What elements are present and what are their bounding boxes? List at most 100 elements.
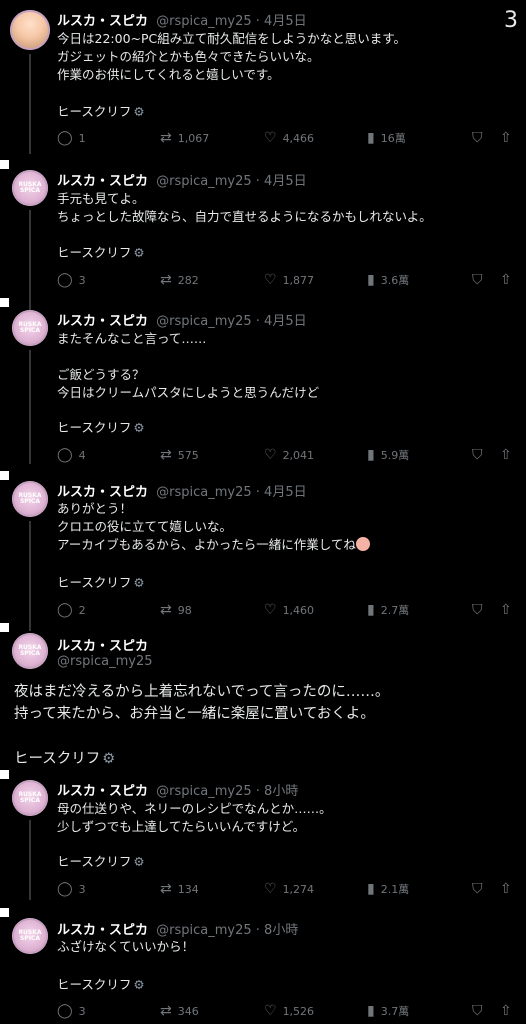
gear-icon: ⚙ (133, 104, 145, 119)
thread-line (29, 350, 31, 464)
reply-icon: ◯ (57, 881, 73, 897)
tweet-actions: ◯ 2 ⇄ 98 ♡ 1,460 ▮ 2.7萬 ⛉ ⇧ (57, 602, 517, 620)
like-button[interactable]: ♡ 1,877 (264, 272, 314, 288)
avatar[interactable]: RUSKA SPICA (12, 170, 48, 206)
like-button[interactable]: ♡ 2,041 (264, 447, 314, 463)
reply-button[interactable]: ◯ 3 (57, 272, 86, 288)
retweet-button[interactable]: ⇄ 282 (160, 272, 199, 288)
tweet-actions: ◯ 3 ⇄ 134 ♡ 1,274 ▮ 2.1萬 ⛉ ⇧ (57, 881, 517, 899)
views-button[interactable]: ▮ 2.1萬 (367, 881, 409, 897)
share-button[interactable]: ⇧ (500, 447, 512, 463)
gear-icon: ⚙ (102, 751, 116, 767)
views-icon: ▮ (367, 602, 375, 618)
smile-emoji-icon (355, 537, 370, 551)
like-button[interactable]: ♡ 1,526 (264, 1003, 314, 1019)
views-icon: ▮ (367, 130, 375, 146)
tweet-text: ありがとう！ クロエの役に立てて嬉しいな。 アーカイブもあるから、よかったら一緒に作… (57, 500, 370, 554)
heart-icon: ♡ (264, 1003, 277, 1019)
like-button[interactable]: ♡ 1,274 (264, 881, 314, 897)
avatar[interactable]: RUSKA SPICA (12, 918, 48, 954)
author-handle[interactable]: @rspica_my25 · 4月5日 (156, 174, 306, 189)
tweet-text: 母の仕送りや、ネリーのレシピでなんとか……。 少しずつでも上達してたらいいんですけ… (57, 801, 332, 834)
bookmark-button[interactable]: ⛉ (472, 881, 483, 897)
heart-icon: ♡ (264, 447, 277, 463)
avatar[interactable]: RUSKA SPICA (12, 633, 48, 669)
avatar[interactable]: RUSKA SPICA (12, 481, 48, 517)
author-handle[interactable]: @rspica_my25 · 4月5日 (156, 314, 306, 329)
author-handle[interactable]: @rspica_my25 (57, 654, 153, 669)
thread-dot (0, 298, 9, 307)
reply-button[interactable]: ◯ 1 (57, 130, 86, 146)
views-button[interactable]: ▮ 2.7萬 (367, 602, 409, 618)
share-icon: ⇧ (500, 130, 512, 146)
thread-line (29, 820, 31, 900)
reply-icon: ◯ (57, 602, 73, 618)
author-name[interactable]: ルスカ・スピカ (57, 314, 148, 329)
tweet-header: ルスカ・スピカ @rspica_my25 · 8小時 (57, 919, 298, 938)
like-button[interactable]: ♡ 1,460 (264, 602, 314, 618)
gear-icon: ⚙ (133, 420, 145, 435)
share-icon: ⇧ (500, 602, 512, 618)
retweet-button[interactable]: ⇄ 1,067 (160, 130, 209, 146)
bookmark-icon: ⛉ (472, 272, 483, 288)
like-button[interactable]: ♡ 4,466 (264, 130, 314, 146)
retweet-button[interactable]: ⇄ 134 (160, 881, 199, 897)
thread-dot (0, 623, 9, 632)
author-name[interactable]: ルスカ・スピカ (57, 923, 148, 938)
reply-button[interactable]: ◯ 3 (57, 881, 86, 897)
tweet-header: ルスカ・スピカ @rspica_my25 · 4月5日 (57, 10, 307, 29)
share-button[interactable]: ⇧ (500, 272, 512, 288)
signature: ヒースクリフ ⚙ (57, 420, 145, 435)
signature: ヒースクリフ ⚙ (57, 977, 145, 992)
views-button[interactable]: ▮ 5.9萬 (367, 447, 409, 463)
author-name[interactable]: ルスカ・スピカ (57, 485, 148, 500)
author-name[interactable]: ルスカ・スピカ (57, 174, 148, 189)
gear-icon: ⚙ (133, 575, 145, 590)
retweet-icon: ⇄ (160, 881, 172, 897)
views-button[interactable]: ▮ 16萬 (367, 130, 406, 146)
author-handle[interactable]: @rspica_my25 · 8小時 (156, 923, 298, 938)
tweet-text: 手元も見てよ。 ちょっとした故障なら、自力で直せるようになるかもしれないよ。 (57, 191, 432, 224)
share-button[interactable]: ⇧ (500, 881, 512, 897)
author-handle[interactable]: @rspica_my25 · 4月5日 (156, 485, 306, 500)
thread-line (29, 54, 31, 154)
share-button[interactable]: ⇧ (500, 602, 512, 618)
thread-dot (0, 471, 9, 480)
retweet-button[interactable]: ⇄ 346 (160, 1003, 199, 1019)
gear-icon: ⚙ (133, 245, 145, 260)
bookmark-button[interactable]: ⛉ (472, 272, 483, 288)
retweet-icon: ⇄ (160, 130, 172, 146)
retweet-button[interactable]: ⇄ 98 (160, 602, 192, 618)
tweet-actions: ◯ 1 ⇄ 1,067 ♡ 4,466 ▮ 16萬 ⛉ ⇧ (57, 130, 517, 148)
retweet-icon: ⇄ (160, 447, 172, 463)
bookmark-button[interactable]: ⛉ (472, 130, 483, 146)
tweet-text: またそんなこと言って…… ご飯どうする？ 今日はクリームパスタにしようと思うんだけ… (57, 331, 320, 400)
thread-dot (0, 160, 9, 169)
retweet-icon: ⇄ (160, 272, 172, 288)
views-button[interactable]: ▮ 3.6萬 (367, 272, 409, 288)
author-handle[interactable]: @rspica_my25 · 8小時 (156, 784, 298, 799)
share-button[interactable]: ⇧ (500, 1003, 512, 1019)
share-button[interactable]: ⇧ (500, 130, 512, 146)
reply-button[interactable]: ◯ 2 (57, 602, 86, 618)
reply-icon: ◯ (57, 447, 73, 463)
reply-button[interactable]: ◯ 3 (57, 1003, 86, 1019)
author-name[interactable]: ルスカ・スピカ (57, 784, 148, 799)
avatar[interactable]: RUSKA SPICA (12, 780, 48, 816)
views-button[interactable]: ▮ 3.7萬 (367, 1003, 409, 1019)
retweet-icon: ⇄ (160, 602, 172, 618)
author-handle[interactable]: @rspica_my25 · 4月5日 (156, 14, 306, 29)
bookmark-icon: ⛉ (472, 1003, 483, 1019)
avatar[interactable] (10, 10, 50, 50)
bookmark-button[interactable]: ⛉ (472, 1003, 483, 1019)
bookmark-button[interactable]: ⛉ (472, 602, 483, 618)
reply-button[interactable]: ◯ 4 (57, 447, 86, 463)
retweet-button[interactable]: ⇄ 575 (160, 447, 199, 463)
author-name[interactable]: ルスカ・スピカ (57, 639, 148, 654)
author-name[interactable]: ルスカ・スピカ (57, 14, 148, 29)
views-icon: ▮ (367, 881, 375, 897)
bookmark-button[interactable]: ⛉ (472, 447, 483, 463)
signature: ヒースクリフ ⚙ (57, 575, 145, 590)
reply-icon: ◯ (57, 272, 73, 288)
avatar[interactable]: RUSKA SPICA (12, 310, 48, 346)
